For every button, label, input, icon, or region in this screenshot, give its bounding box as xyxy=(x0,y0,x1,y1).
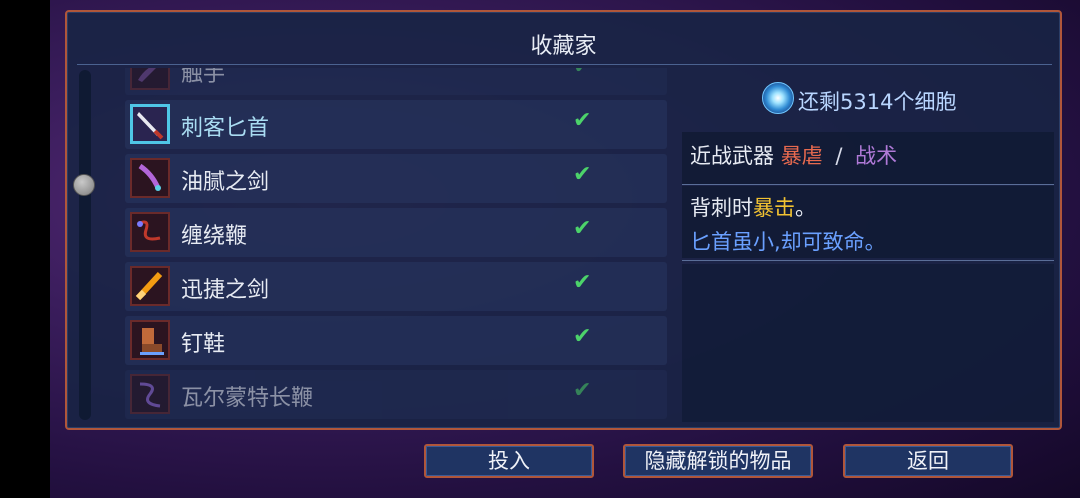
list-item-selected[interactable]: 刺客匕首 ✔ xyxy=(125,100,667,149)
item-label: 刺客匕首 xyxy=(181,116,270,141)
effect-prefix: 背刺时 xyxy=(690,196,753,220)
cells-remaining-text: 还剩5314个细胞 xyxy=(798,90,957,114)
whip-icon xyxy=(130,212,170,252)
check-icon: ✔ xyxy=(573,378,592,403)
assassin-dagger-icon xyxy=(130,104,170,144)
tentacle-icon xyxy=(130,68,170,90)
check-icon: ✔ xyxy=(573,162,592,187)
list-item[interactable]: 钉鞋 ✔ xyxy=(125,316,667,365)
title-divider xyxy=(77,64,1052,65)
item-type-box: 近战武器 暴虐 / 战术 xyxy=(682,132,1054,184)
back-button[interactable]: 返回 xyxy=(843,444,1013,478)
invest-button[interactable]: 投入 xyxy=(424,444,594,478)
check-icon: ✔ xyxy=(573,270,592,295)
hide-unlocked-button[interactable]: 隐藏解锁的物品 xyxy=(623,444,813,478)
vorpan-whip-icon xyxy=(130,374,170,414)
list-item[interactable]: 迅捷之剑 ✔ xyxy=(125,262,667,311)
detail-empty-area xyxy=(682,264,1054,422)
item-description-box: 背刺时暴击。 匕首虽小,却可致命。 xyxy=(682,186,1054,258)
scrollbar-thumb[interactable] xyxy=(73,174,95,196)
item-flavor-text: 匕首虽小,却可致命。 xyxy=(690,230,886,254)
screen-edge-strip xyxy=(0,0,50,498)
tag-separator: / xyxy=(835,144,843,168)
list-item[interactable]: 瓦尔蒙特长鞭 ✔ xyxy=(125,370,667,419)
list-item[interactable]: 缠绕鞭 ✔ xyxy=(125,208,667,257)
panel-title: 收藏家 xyxy=(530,34,597,59)
item-label: 瓦尔蒙特长鞭 xyxy=(181,386,314,411)
item-list[interactable]: 触手 ✔ 刺客匕首 ✔ 油腻之剑 ✔ 缠绕鞭 ✔ xyxy=(77,68,672,422)
item-label: 迅捷之剑 xyxy=(181,278,270,303)
item-detail-panel: 还剩5314个细胞 近战武器 暴虐 / 战术 背刺时暴击。 匕首虽小,却可致命。 xyxy=(682,68,1054,422)
check-icon: ✔ xyxy=(573,108,592,133)
item-effect-text: 背刺时暴击。 xyxy=(690,192,816,222)
scrollbar-track[interactable] xyxy=(79,70,91,420)
list-item[interactable]: 触手 ✔ xyxy=(125,68,667,95)
collector-panel: 收藏家 触手 ✔ 刺客匕首 ✔ 油腻之剑 ✔ xyxy=(65,10,1062,430)
item-label: 缠绕鞭 xyxy=(181,224,248,249)
swift-sword-icon xyxy=(130,266,170,306)
check-icon: ✔ xyxy=(573,324,592,349)
detail-divider xyxy=(682,184,1054,185)
effect-crit: 暴击 xyxy=(753,196,795,220)
item-type-line: 近战武器 暴虐 / 战术 xyxy=(690,140,897,170)
item-label: 钉鞋 xyxy=(181,332,226,357)
detail-divider xyxy=(682,260,1054,261)
cell-icon xyxy=(762,82,794,114)
tag-brutality: 暴虐 xyxy=(780,144,823,168)
oiled-sword-icon xyxy=(130,158,170,198)
check-icon: ✔ xyxy=(573,68,591,79)
item-label: 油腻之剑 xyxy=(181,170,270,195)
effect-suffix: 。 xyxy=(795,196,816,220)
check-icon: ✔ xyxy=(573,216,592,241)
weapon-type: 近战武器 xyxy=(690,144,774,168)
list-item[interactable]: 油腻之剑 ✔ xyxy=(125,154,667,203)
item-label: 触手 xyxy=(181,68,226,87)
tag-tactics: 战术 xyxy=(855,144,898,168)
spiked-boots-icon xyxy=(130,320,170,360)
